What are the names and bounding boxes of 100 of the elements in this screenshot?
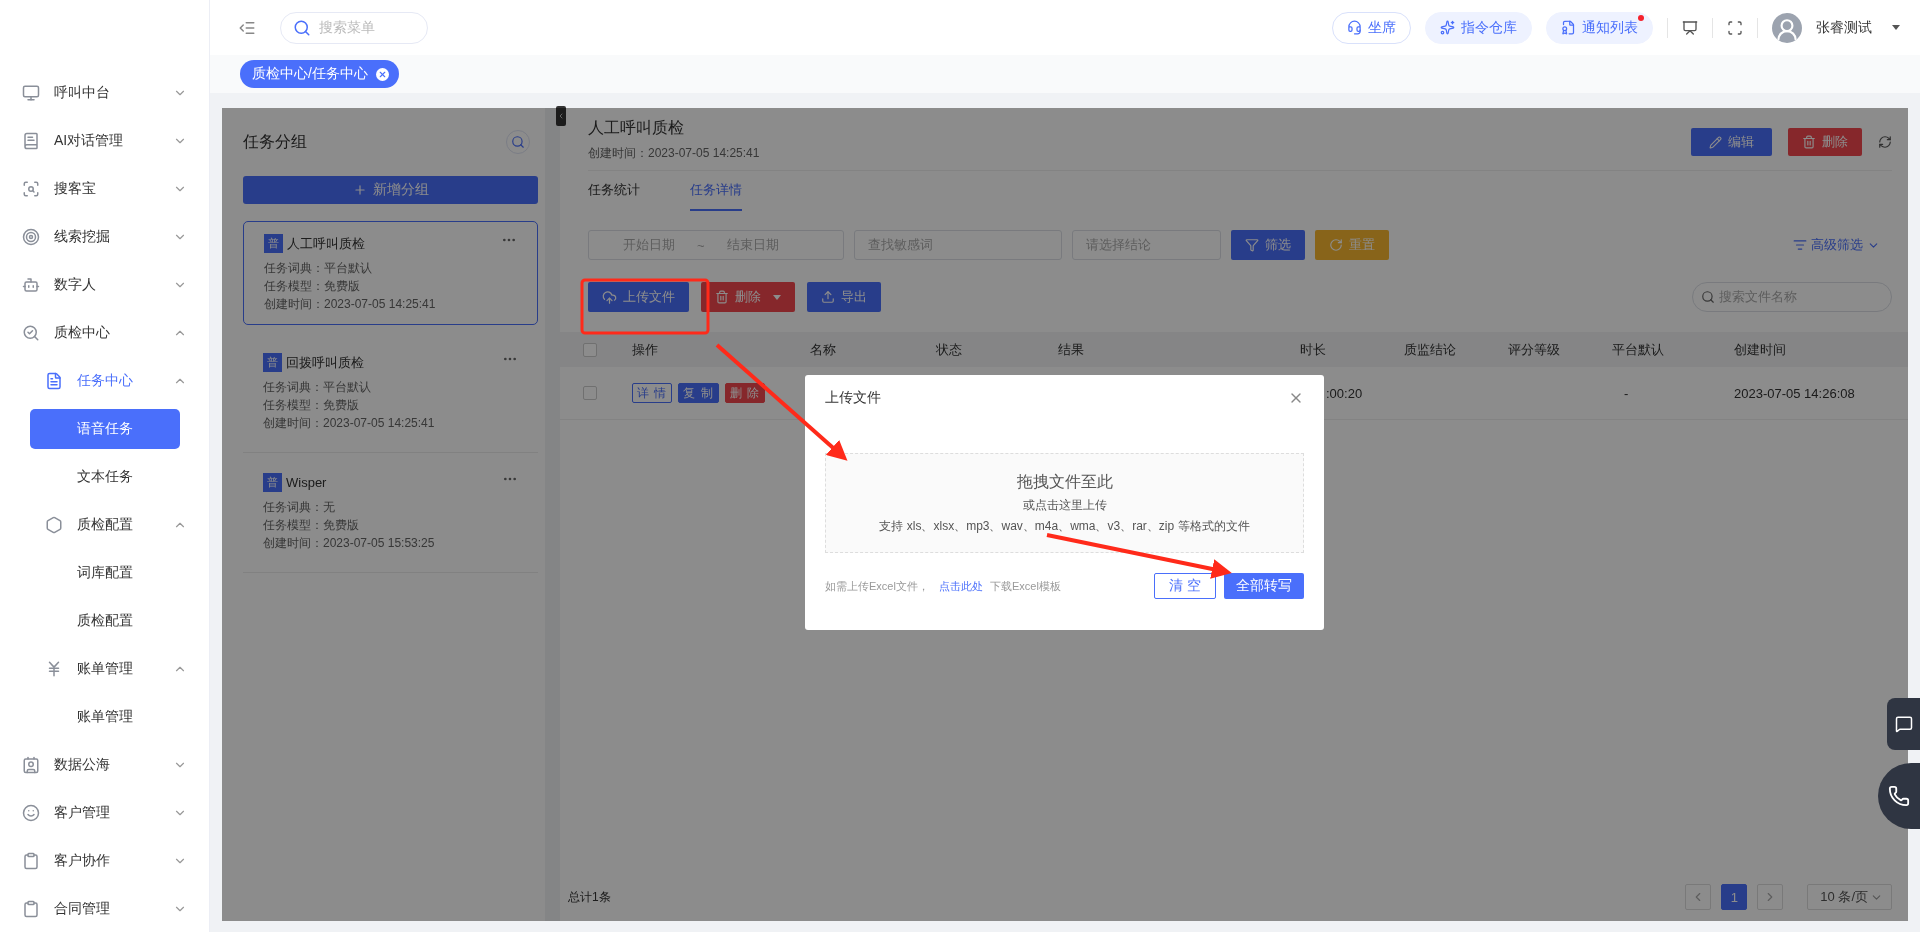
tab[interactable]: 任务统计	[588, 171, 640, 211]
group-detail: 任务词典：平台默认	[264, 260, 373, 277]
advanced-filter-link[interactable]: 高级筛选	[1793, 236, 1880, 254]
plus-icon	[352, 183, 367, 197]
reset-icon	[1329, 238, 1343, 252]
trash-icon	[715, 290, 729, 304]
checkbox[interactable]	[583, 342, 597, 357]
add-group-button[interactable]: 新增分组	[243, 176, 538, 204]
row-action-button[interactable]: 详 情	[632, 383, 673, 403]
column-header: 结果	[1058, 340, 1085, 359]
sidebar-item[interactable]: 线索挖掘	[0, 213, 209, 261]
caret-icon	[773, 294, 781, 300]
sidebar-item[interactable]: AI对话管理	[0, 117, 209, 165]
sidebar-item[interactable]: 呼叫中台	[0, 69, 209, 117]
column-header: 质监结论	[1404, 340, 1457, 359]
group-detail: 任务模型：免费版	[263, 397, 360, 414]
sidebar-item[interactable]: 质检中心	[0, 309, 209, 357]
sidebar-item[interactable]: 词库配置	[30, 553, 180, 593]
download-link[interactable]: 点击此处	[938, 579, 983, 592]
group-card[interactable]: 普 人工呼叫质检 任务词典：平台默认 任务模型：免费版 创建时间：2023-07-05 14:25:41	[243, 221, 538, 325]
toolbar-button[interactable]: 指令仓库	[1425, 11, 1532, 44]
delete-button[interactable]: 删除	[1788, 128, 1862, 156]
sidebar-item[interactable]: 语音任务	[30, 409, 180, 449]
column-header: 操作	[632, 340, 659, 359]
row-action-button[interactable]: 删 除	[724, 383, 766, 403]
sidebar-item[interactable]: 客户管理	[0, 789, 209, 837]
checkbox[interactable]	[583, 386, 597, 400]
group-badge: 普	[263, 353, 282, 372]
filter-button[interactable]: 筛选	[1231, 230, 1305, 260]
column-header: 名称	[810, 340, 837, 359]
headset-icon	[1347, 20, 1362, 35]
group-card[interactable]: 普 Wisper 任务词典：无 任务模型：免费版 创建时间：2023-07-05 15:53:25	[243, 453, 538, 573]
chat-icon	[1894, 715, 1913, 733]
sidebar-item[interactable]: 账单管理	[30, 697, 180, 737]
sidebar-item[interactable]: 合同管理	[0, 885, 209, 932]
group-badge: 普	[263, 473, 282, 492]
table-cell-text: :00:20	[1325, 385, 1364, 401]
page-tab[interactable]: 质检中心/任务中心	[240, 60, 399, 88]
pencil-icon	[1709, 135, 1722, 149]
chat-button[interactable]	[1887, 698, 1920, 750]
page-button[interactable]: 1	[1721, 884, 1748, 910]
export-button[interactable]: 导出	[807, 282, 881, 312]
submit-button[interactable]: 全部转写	[1224, 573, 1304, 599]
chevron-icon	[557, 112, 565, 120]
user-avatar[interactable]	[1772, 12, 1802, 43]
search-icon	[1701, 290, 1715, 304]
collapse-handle[interactable]	[556, 106, 566, 126]
clear-button[interactable]: 清 空	[1154, 573, 1216, 599]
group-detail: 创建时间：2023-07-05 14:25:41	[264, 296, 437, 313]
toolbar-button[interactable]: 坐席	[1332, 11, 1411, 44]
row-action-button[interactable]: 复 制	[678, 383, 719, 403]
trash-icon	[1802, 135, 1816, 149]
sidebar-item[interactable]: 数据公海	[0, 741, 209, 789]
upload-button[interactable]: 上传文件	[588, 282, 689, 312]
page-size-select[interactable]: 10 条/页	[1807, 884, 1892, 910]
sidebar-item[interactable]: 质检配置	[30, 601, 180, 641]
column-header: 平台默认	[1612, 340, 1665, 359]
edit-button[interactable]: 编辑	[1691, 128, 1772, 156]
panel-title: 任务分组	[243, 131, 307, 152]
funnel-icon	[1245, 238, 1259, 252]
tab[interactable]: 任务详情	[690, 171, 742, 211]
search-icon	[511, 135, 525, 149]
group-detail: 任务词典：无	[263, 499, 336, 516]
caret-icon[interactable]	[1892, 25, 1900, 30]
user-name[interactable]: 张睿测试	[1816, 18, 1872, 37]
screen-icon[interactable]	[1682, 19, 1698, 36]
group-detail: 创建时间：2023-07-05 15:53:25	[263, 535, 436, 552]
search-icon	[293, 18, 311, 37]
group-detail: 创建时间：2023-07-05 14:25:41	[263, 415, 436, 432]
close-button[interactable]	[375, 67, 389, 81]
table-cell-text: -	[1623, 385, 1630, 401]
toolbar-button[interactable]: 通知列表	[1546, 11, 1653, 44]
document-icon	[1561, 20, 1576, 35]
group-name: 回拨呼叫质检	[286, 353, 364, 372]
column-header: 创建时间	[1734, 340, 1787, 359]
refresh-icon[interactable]	[1878, 135, 1892, 149]
sidebar-item[interactable]: 客户协作	[0, 837, 209, 885]
phone-icon	[1888, 785, 1910, 807]
sidebar-item[interactable]: 数字人	[0, 261, 209, 309]
sidebar-item[interactable]: 任务中心	[0, 357, 209, 405]
cloud-upload-icon	[602, 289, 617, 305]
delete-button[interactable]: 删除	[701, 282, 795, 312]
table-cell-text: 2023-07-05 14:26:08	[1734, 385, 1856, 401]
sidebar-item[interactable]: 账单管理	[0, 645, 209, 693]
sidebar-item[interactable]: 搜客宝	[0, 165, 209, 213]
group-name: 人工呼叫质检	[287, 234, 365, 253]
upload-icon	[821, 290, 835, 304]
filter-icon	[1793, 238, 1807, 252]
close-icon	[377, 69, 387, 79]
sidebar-item[interactable]: 质检配置	[0, 501, 209, 549]
sidebar-item[interactable]: 文本任务	[30, 457, 180, 497]
template-note: 如需上传Excel文件， 点击此处 下载Excel模板	[825, 578, 1062, 594]
group-card[interactable]: 普 回拨呼叫质检 任务词典：平台默认 任务模型：免费版 创建时间：2023-07-05 14:25:41	[243, 333, 538, 453]
task-title: 人工呼叫质检	[588, 118, 685, 138]
group-name: Wisper	[286, 475, 327, 490]
drop-zone[interactable]: 拖拽文件至此 或点击这里上传 支持 xls、xlsx、mp3、wav、m4a、wma、v3、rar、zip 等格式的文件	[825, 453, 1304, 553]
group-detail: 任务词典：平台默认	[263, 379, 372, 396]
created-time: 创建时间：2023-07-05 14:25:41	[588, 145, 760, 162]
dialog-title: 上传文件	[825, 389, 881, 407]
scan-icon[interactable]	[1727, 19, 1743, 36]
